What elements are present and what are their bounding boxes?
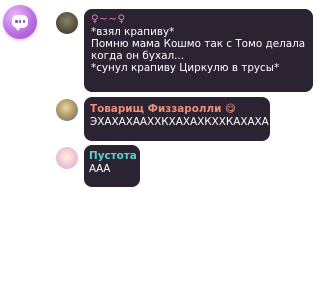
yum-emoji-icon: 😋 [225, 103, 236, 115]
message-avatar[interactable] [56, 147, 78, 169]
sender-name[interactable]: Пустота [89, 150, 137, 163]
message-line: ЭХАХАХААХХКХАХАХКХХКАХАХА [90, 116, 269, 128]
message-bubble: ♀~~♀ *взял крапиву* Помню мама Кошмо так… [84, 9, 313, 92]
message-bubble: Пустота ААА [84, 145, 140, 187]
chat-fab-button[interactable] [3, 5, 37, 39]
message-bubble: Товарищ Физзаролли 😋 ЭХАХАХААХХКХАХАХКХХ… [84, 97, 270, 141]
sender-name-row: Товарищ Физзаролли 😋 [90, 103, 264, 116]
message-line: Помню мама Кошмо так с Томо делала [91, 38, 306, 50]
sender-name[interactable]: ♀~~♀ [91, 13, 306, 26]
message-line: когда он бухал... [91, 50, 185, 62]
chat-bubble-icon [12, 15, 28, 31]
message-line: ААА [89, 163, 111, 175]
sender-name[interactable]: Товарищ Физзаролли [90, 103, 221, 115]
message-line: *взял крапиву* [91, 26, 175, 38]
message-avatar[interactable] [56, 12, 78, 34]
message-avatar[interactable] [56, 99, 78, 121]
message-line: *сунул крапиву Циркулю в трусы* [91, 62, 280, 74]
